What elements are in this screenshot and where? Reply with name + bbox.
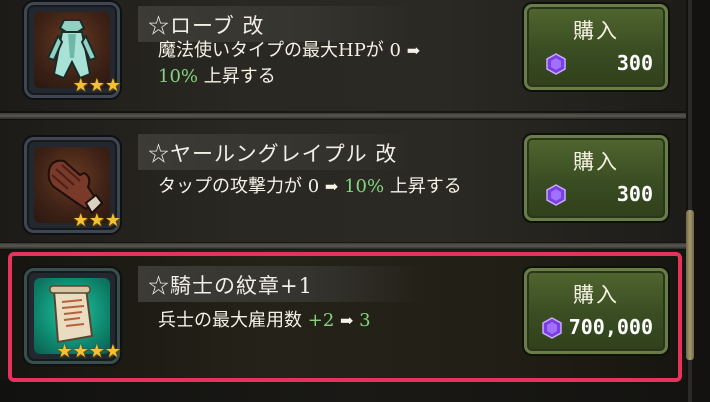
item-description: 魔法使いタイプの最大HPが 0 ➡ 10% 上昇する [158, 40, 421, 87]
arrow-right-icon: ➡ [324, 177, 339, 196]
rarity-stars: ★★★ [72, 75, 121, 96]
item-icon-frame: ★★★ [24, 2, 121, 98]
item-name: ☆ヤールングレイプル 改 [148, 142, 398, 166]
item-description: タップの攻撃力が 0 ➡ 10% 上昇する [158, 176, 462, 197]
gem-icon [546, 184, 566, 206]
row-divider [0, 243, 686, 249]
shop-item-list: ★★★ ☆ローブ 改 魔法使いタイプの最大HPが 0 ➡ 10% 上昇する 購入… [0, 0, 710, 402]
rarity-stars: ★★★ [72, 210, 121, 231]
row-divider [0, 113, 686, 119]
item-icon-frame: ★★★ [24, 137, 121, 233]
scrollbar-thumb[interactable] [686, 210, 694, 360]
gem-icon [546, 53, 566, 75]
item-name: ☆ローブ 改 [148, 14, 265, 38]
price: 300 [616, 51, 653, 75]
buy-button[interactable]: 購入 300 [524, 4, 668, 90]
shop-item-robe[interactable]: ★★★ ☆ローブ 改 魔法使いタイプの最大HPが 0 ➡ 10% 上昇する 購入… [0, 0, 686, 111]
buy-button[interactable]: 購入 300 [524, 135, 668, 221]
shop-item-gloves[interactable]: ★★★ ☆ヤールングレイプル 改 タップの攻撃力が 0 ➡ 10% 上昇する 購… [0, 120, 686, 242]
arrow-right-icon: ➡ [406, 41, 421, 60]
price: 300 [616, 182, 653, 206]
selection-highlight [8, 252, 682, 382]
